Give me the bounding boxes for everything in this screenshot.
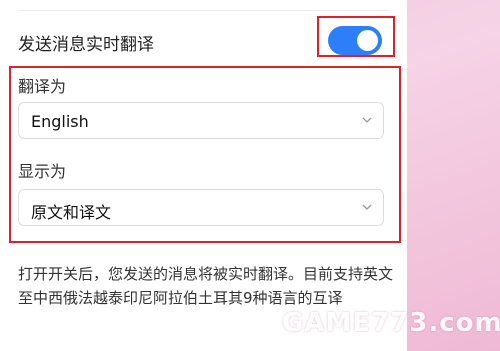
display-as-label: 显示为 bbox=[18, 162, 67, 181]
help-text: 打开开关后，您发送的消息将被实时翻译。目前支持英文至中西俄法越泰印尼阿拉伯土耳其… bbox=[18, 265, 394, 307]
realtime-translate-toggle[interactable] bbox=[328, 26, 382, 55]
chevron-down-icon bbox=[362, 117, 372, 123]
display-as-select[interactable]: 原文和译文 bbox=[18, 189, 384, 226]
display-as-value: 原文和译文 bbox=[31, 203, 112, 222]
toggle-knob bbox=[357, 30, 378, 51]
translate-to-select[interactable]: English bbox=[18, 102, 384, 139]
divider bbox=[18, 10, 390, 11]
chevron-down-icon bbox=[362, 204, 372, 210]
settings-panel: 发送消息实时翻译 翻译为 English 显示为 原文和译文 打开开关后，您发送… bbox=[0, 0, 407, 351]
translate-to-value: English bbox=[31, 112, 89, 131]
translate-to-label: 翻译为 bbox=[18, 77, 67, 96]
realtime-translate-label: 发送消息实时翻译 bbox=[18, 35, 154, 55]
watermark-logo: GAME773.com bbox=[282, 308, 500, 338]
